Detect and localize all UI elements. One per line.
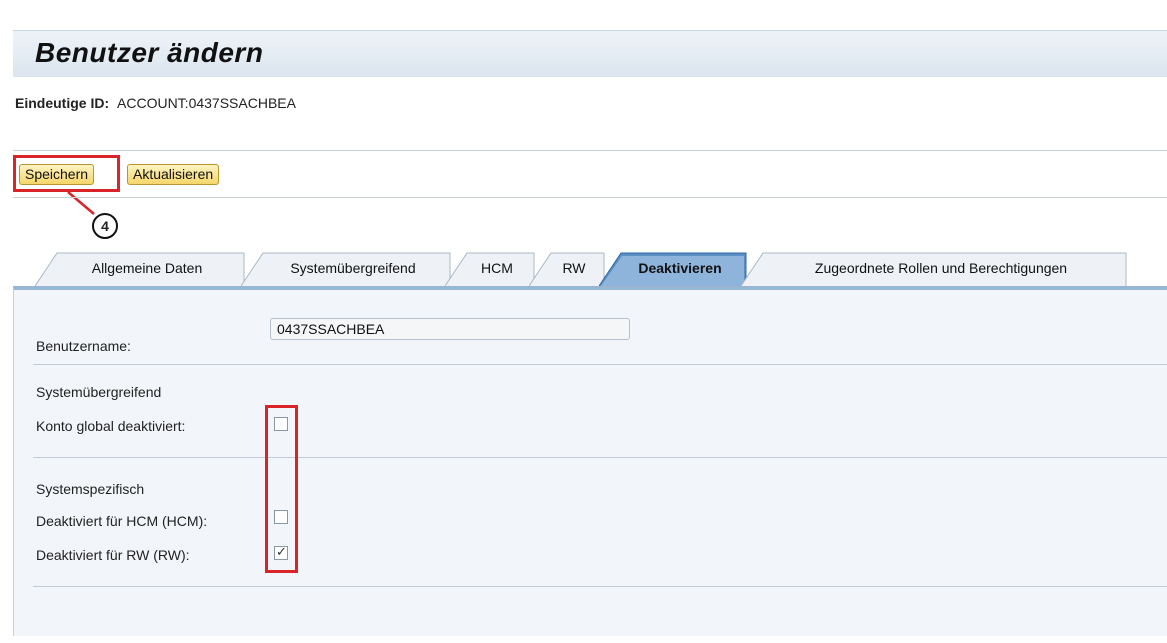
unique-id-label: Eindeutige ID: (15, 95, 110, 111)
divider (13, 150, 1167, 151)
tab-label: HCM (481, 260, 513, 276)
tab-rw[interactable]: RW (529, 252, 605, 286)
username-label: Benutzername: (36, 338, 131, 354)
tab-label: Deaktivieren (638, 260, 722, 276)
save-highlight-box (13, 155, 120, 192)
tab-systemuebergreifend[interactable]: Systemübergreifend (241, 252, 451, 286)
rw-deactivated-label: Deaktiviert für RW (RW): (36, 547, 190, 563)
tab-allgemeine-daten[interactable]: Allgemeine Daten (35, 252, 245, 286)
tab-strip: Allgemeine Daten Systemübergreifend HCM … (13, 252, 1167, 286)
tab-deaktivieren[interactable]: Deaktivieren (599, 252, 747, 286)
tab-label: RW (562, 260, 586, 276)
system-specific-heading: Systemspezifisch (36, 481, 145, 497)
tab-label: Allgemeine Daten (91, 260, 203, 276)
cross-system-heading: Systemübergreifend (36, 384, 162, 400)
section-divider (33, 586, 1167, 587)
step-number-badge: 4 (92, 213, 118, 239)
tab-label: Systemübergreifend (290, 260, 416, 276)
username-field[interactable]: 0437SSACHBEA (270, 318, 630, 340)
title-bar: Benutzer ändern (13, 30, 1167, 77)
tab-zugeordnete-rollen[interactable]: Zugeordnete Rollen und Berechtigungen (741, 252, 1127, 286)
global-deactivated-label: Konto global deaktiviert: (36, 418, 186, 434)
tab-hcm[interactable]: HCM (445, 252, 535, 286)
checkbox-highlight-box (265, 405, 298, 573)
page-title: Benutzer ändern (35, 37, 264, 68)
section-divider (33, 364, 1167, 365)
unique-id-row: Eindeutige ID: ACCOUNT:0437SSACHBEA (15, 95, 296, 111)
divider (13, 197, 1167, 198)
refresh-button[interactable]: Aktualisieren (127, 164, 220, 185)
section-divider (33, 457, 1167, 458)
tab-label: Zugeordnete Rollen und Berechtigungen (814, 260, 1068, 276)
hcm-deactivated-label: Deaktiviert für HCM (HCM): (36, 513, 208, 529)
unique-id-value: ACCOUNT:0437SSACHBEA (117, 95, 296, 111)
